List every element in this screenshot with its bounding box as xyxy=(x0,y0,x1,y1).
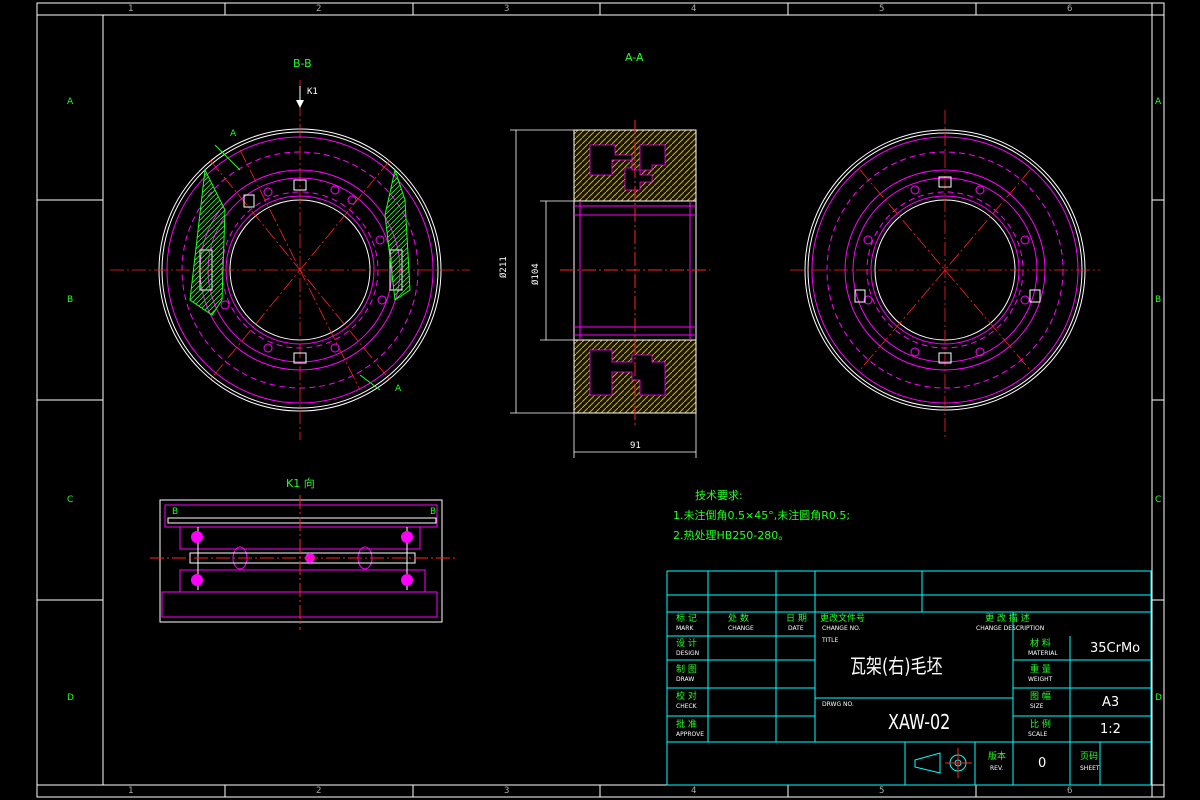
dim-inner-diameter: Ø104 xyxy=(531,263,541,285)
tb-row-draw-cn: 制 图 xyxy=(676,665,697,675)
tb-size-label-en: SIZE xyxy=(1030,703,1044,710)
tb-scale-label-en: SCALE xyxy=(1028,731,1048,738)
tb-material-label-cn: 材 料 xyxy=(1030,639,1051,649)
tech-note-2: 2.热处理HB250-280。 xyxy=(673,529,790,542)
tb-title: 瓦架(右)毛坯 xyxy=(850,654,943,678)
tb-header-change-doc: 更改文件号 xyxy=(820,614,866,624)
frame-row-b-right: B xyxy=(1155,295,1162,305)
tb-sub-mark: MARK xyxy=(676,625,694,632)
projection-symbol xyxy=(914,748,972,778)
frame-row-c-right: C xyxy=(1155,495,1162,505)
tb-weight-label-en: WEIGHT xyxy=(1028,676,1053,683)
label-cut-b-right: B xyxy=(430,507,437,517)
tb-row-check-en: CHECK xyxy=(676,703,697,710)
dim-width: 91 xyxy=(630,441,641,451)
frame-row-c: C xyxy=(67,495,74,505)
tb-header-mark: 标 记 xyxy=(676,614,697,624)
label-k1-view: K1 向 xyxy=(286,477,315,490)
label-cut-a-top: A xyxy=(230,129,237,139)
tb-row-approve-en: APPROVE xyxy=(676,731,705,738)
view-right xyxy=(790,110,1100,440)
frame-col-3: 3 xyxy=(504,4,510,14)
tb-material: 35CrMo xyxy=(1090,641,1141,656)
tb-size: A3 xyxy=(1102,695,1120,710)
tb-sheet-label-cn: 页码 xyxy=(1080,752,1099,762)
dim-outer-diameter: Ø211 xyxy=(499,256,509,278)
tb-material-label-en: MATERIAL xyxy=(1028,650,1058,657)
tb-sub-change-doc: CHANGE NO. xyxy=(822,625,861,632)
frame-row-b: B xyxy=(67,295,74,305)
tech-notes-title: 技术要求: xyxy=(695,489,743,502)
tb-row-design-cn: 设 计 xyxy=(676,639,697,649)
frame-col-6: 6 xyxy=(1067,4,1073,14)
tb-sheet-label-en: SHEET xyxy=(1080,765,1100,772)
tb-version: 0 xyxy=(1038,756,1047,771)
tb-scale-label-cn: 比 例 xyxy=(1030,720,1051,730)
frame-row-a: A xyxy=(67,97,74,107)
frame-col-5: 5 xyxy=(879,4,885,14)
label-cut-b-left: B xyxy=(172,507,179,517)
frame-col-4-bottom: 4 xyxy=(691,786,697,796)
label-cut-a-bottom: A xyxy=(395,384,402,394)
tb-sub-qty: CHANGE xyxy=(728,625,754,632)
view-k1 xyxy=(150,495,455,630)
frame-col-2: 2 xyxy=(316,4,322,14)
tech-note-1: 1.未注倒角0.5×45°,未注圆角R0.5; xyxy=(673,509,851,522)
title-block-grid xyxy=(666,570,1152,786)
tb-header-change-desc: 更 改 描 述 xyxy=(985,614,1030,624)
label-section-aa: A-A xyxy=(625,51,644,64)
frame-row-a-right: A xyxy=(1155,97,1162,107)
tb-drawing-no-label: DRWG NO. xyxy=(822,701,854,708)
label-k1-arrow: K1 xyxy=(307,87,318,97)
tb-header-date: 日 期 xyxy=(786,614,807,624)
tb-sub-date: DATE xyxy=(788,625,804,632)
tb-drawing-no: XAW-02 xyxy=(888,710,951,734)
tb-row-draw-en: DRAW xyxy=(676,676,695,683)
frame-col-1: 1 xyxy=(128,4,134,14)
frame-col-5-bottom: 5 xyxy=(879,786,885,796)
cad-drawing xyxy=(36,2,1165,798)
frame-row-d-right: D xyxy=(1155,693,1162,703)
tb-scale: 1:2 xyxy=(1100,722,1121,737)
label-section-bb: B-B xyxy=(293,57,312,70)
view-aa xyxy=(510,120,710,458)
tb-row-check-cn: 校 对 xyxy=(676,692,697,702)
tb-size-label-cn: 图 幅 xyxy=(1030,692,1051,702)
tb-row-design-en: DESIGN xyxy=(676,650,700,657)
frame-col-3-bottom: 3 xyxy=(504,786,510,796)
frame-col-2-bottom: 2 xyxy=(316,786,322,796)
tb-version-label-cn: 版本 xyxy=(988,752,1007,762)
tb-header-qty: 处 数 xyxy=(728,614,749,624)
tb-sub-change-desc: CHANGE DESCRIPTION xyxy=(976,625,1045,632)
tb-weight-label-cn: 重 量 xyxy=(1030,665,1051,675)
frame-row-d: D xyxy=(67,693,74,703)
frame-col-6-bottom: 6 xyxy=(1067,786,1073,796)
view-bb xyxy=(110,80,470,440)
tb-title-label: TITLE xyxy=(822,637,839,644)
frame-col-4: 4 xyxy=(691,4,697,14)
tb-version-label-en: REV. xyxy=(990,765,1004,772)
tb-row-approve-cn: 批 准 xyxy=(676,720,697,730)
frame-col-1-bottom: 1 xyxy=(128,786,134,796)
